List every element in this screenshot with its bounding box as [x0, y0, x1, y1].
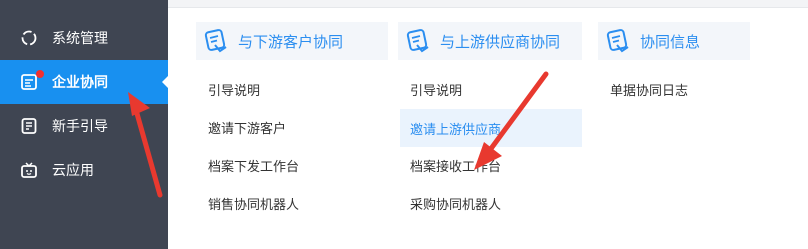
notification-dot [36, 70, 44, 78]
collab-doc-icon [20, 73, 38, 91]
menu-item-sales-robot[interactable]: 销售协同机器人 [198, 184, 299, 222]
column-title: 与下游客户协同 [196, 22, 388, 60]
menu-item-invite-downstream[interactable]: 邀请下游客户 [198, 108, 286, 146]
sidebar-item-cloud-app[interactable]: 云应用 [0, 148, 168, 192]
menu-item-guide-downstream[interactable]: 引导说明 [198, 70, 260, 108]
sidebar-item-enterprise-collab[interactable]: 企业协同 [0, 60, 169, 104]
sidebar-item-label: 系统管理 [52, 31, 108, 47]
menu-item-archive-receive[interactable]: 档案接收工作台 [400, 146, 501, 184]
guide-book-icon [20, 117, 38, 135]
handshake-doc-icon [200, 26, 232, 56]
column-title: 与上游供应商协同 [398, 22, 582, 60]
sidebar-item-beginner-guide[interactable]: 新手引导 [0, 104, 168, 148]
handshake-doc-icon [402, 26, 434, 56]
sidebar-item-label: 云应用 [52, 163, 94, 179]
menu-item-purchase-robot[interactable]: 采购协同机器人 [400, 184, 501, 222]
column-collab-info: 协同信息 [598, 22, 750, 60]
column-downstream: 与下游客户协同 [196, 22, 388, 60]
sidebar-item-system-management[interactable]: 系统管理 [0, 16, 168, 60]
top-border [168, 0, 808, 8]
menu-item-guide-upstream[interactable]: 引导说明 [400, 70, 462, 108]
sidebar-item-label: 企业协同 [52, 75, 108, 91]
column-upstream: 与上游供应商协同 [398, 22, 582, 60]
sidebar: 系统管理 企业协同 新手引导 云应用 [0, 0, 169, 249]
menu-item-doc-collab-log[interactable]: 单据协同日志 [600, 70, 688, 108]
menu-item-invite-upstream[interactable]: 邀请上游供应商 [400, 109, 582, 147]
handshake-doc-icon [602, 26, 634, 56]
tv-app-icon [20, 161, 38, 179]
column-title: 协同信息 [598, 22, 750, 60]
sync-circle-icon [20, 29, 38, 47]
menu-item-archive-issue[interactable]: 档案下发工作台 [198, 146, 299, 184]
sidebar-item-label: 新手引导 [52, 119, 108, 135]
